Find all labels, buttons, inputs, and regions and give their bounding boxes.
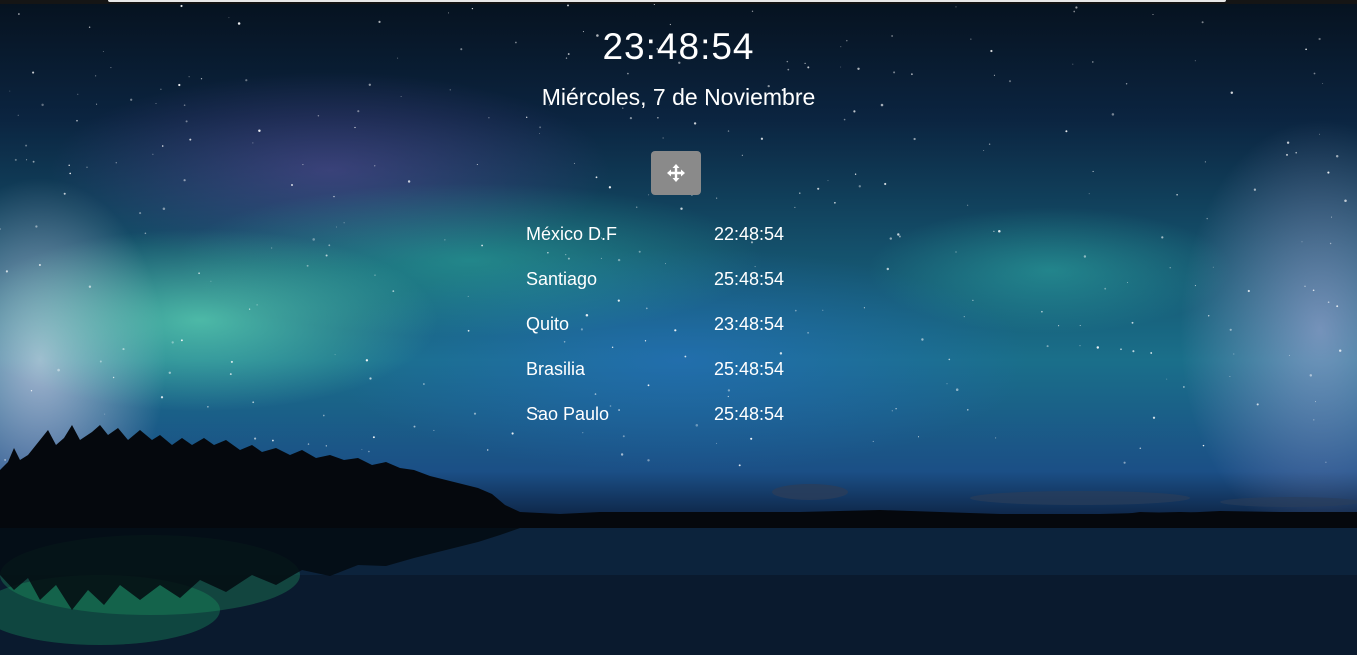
current-date: Miércoles, 7 de Noviembre xyxy=(541,84,816,110)
timezone-time: 25:48:54 xyxy=(714,269,785,289)
timezone-city: Sao Paulo xyxy=(526,404,610,424)
main-clock: 23:48:54 xyxy=(602,26,755,67)
timezone-city: México D.F xyxy=(526,224,618,244)
timezone-row: México D.F 22:48:54 xyxy=(526,212,826,257)
timezone-time: 25:48:54 xyxy=(714,404,785,424)
timezone-row: Brasilia 25:48:54 xyxy=(526,347,826,392)
move-button[interactable] xyxy=(651,151,701,195)
timezone-time: 25:48:54 xyxy=(714,359,785,379)
timezone-city: Brasilia xyxy=(526,359,586,379)
timezone-row: Quito 23:48:54 xyxy=(526,302,826,347)
browser-top-edge xyxy=(0,0,1357,4)
address-bar-edge xyxy=(108,0,1226,2)
timezone-row: Sao Paulo 25:48:54 xyxy=(526,392,826,437)
timezone-list: México D.F 22:48:54 Santiago 25:48:54 Qu… xyxy=(526,212,826,437)
move-arrows-icon xyxy=(667,164,685,182)
timezone-time: 22:48:54 xyxy=(714,224,785,244)
timezone-city: Quito xyxy=(526,314,570,334)
timezone-time: 23:48:54 xyxy=(714,314,785,334)
timezone-row: Santiago 25:48:54 xyxy=(526,257,826,302)
timezone-city: Santiago xyxy=(526,269,598,289)
